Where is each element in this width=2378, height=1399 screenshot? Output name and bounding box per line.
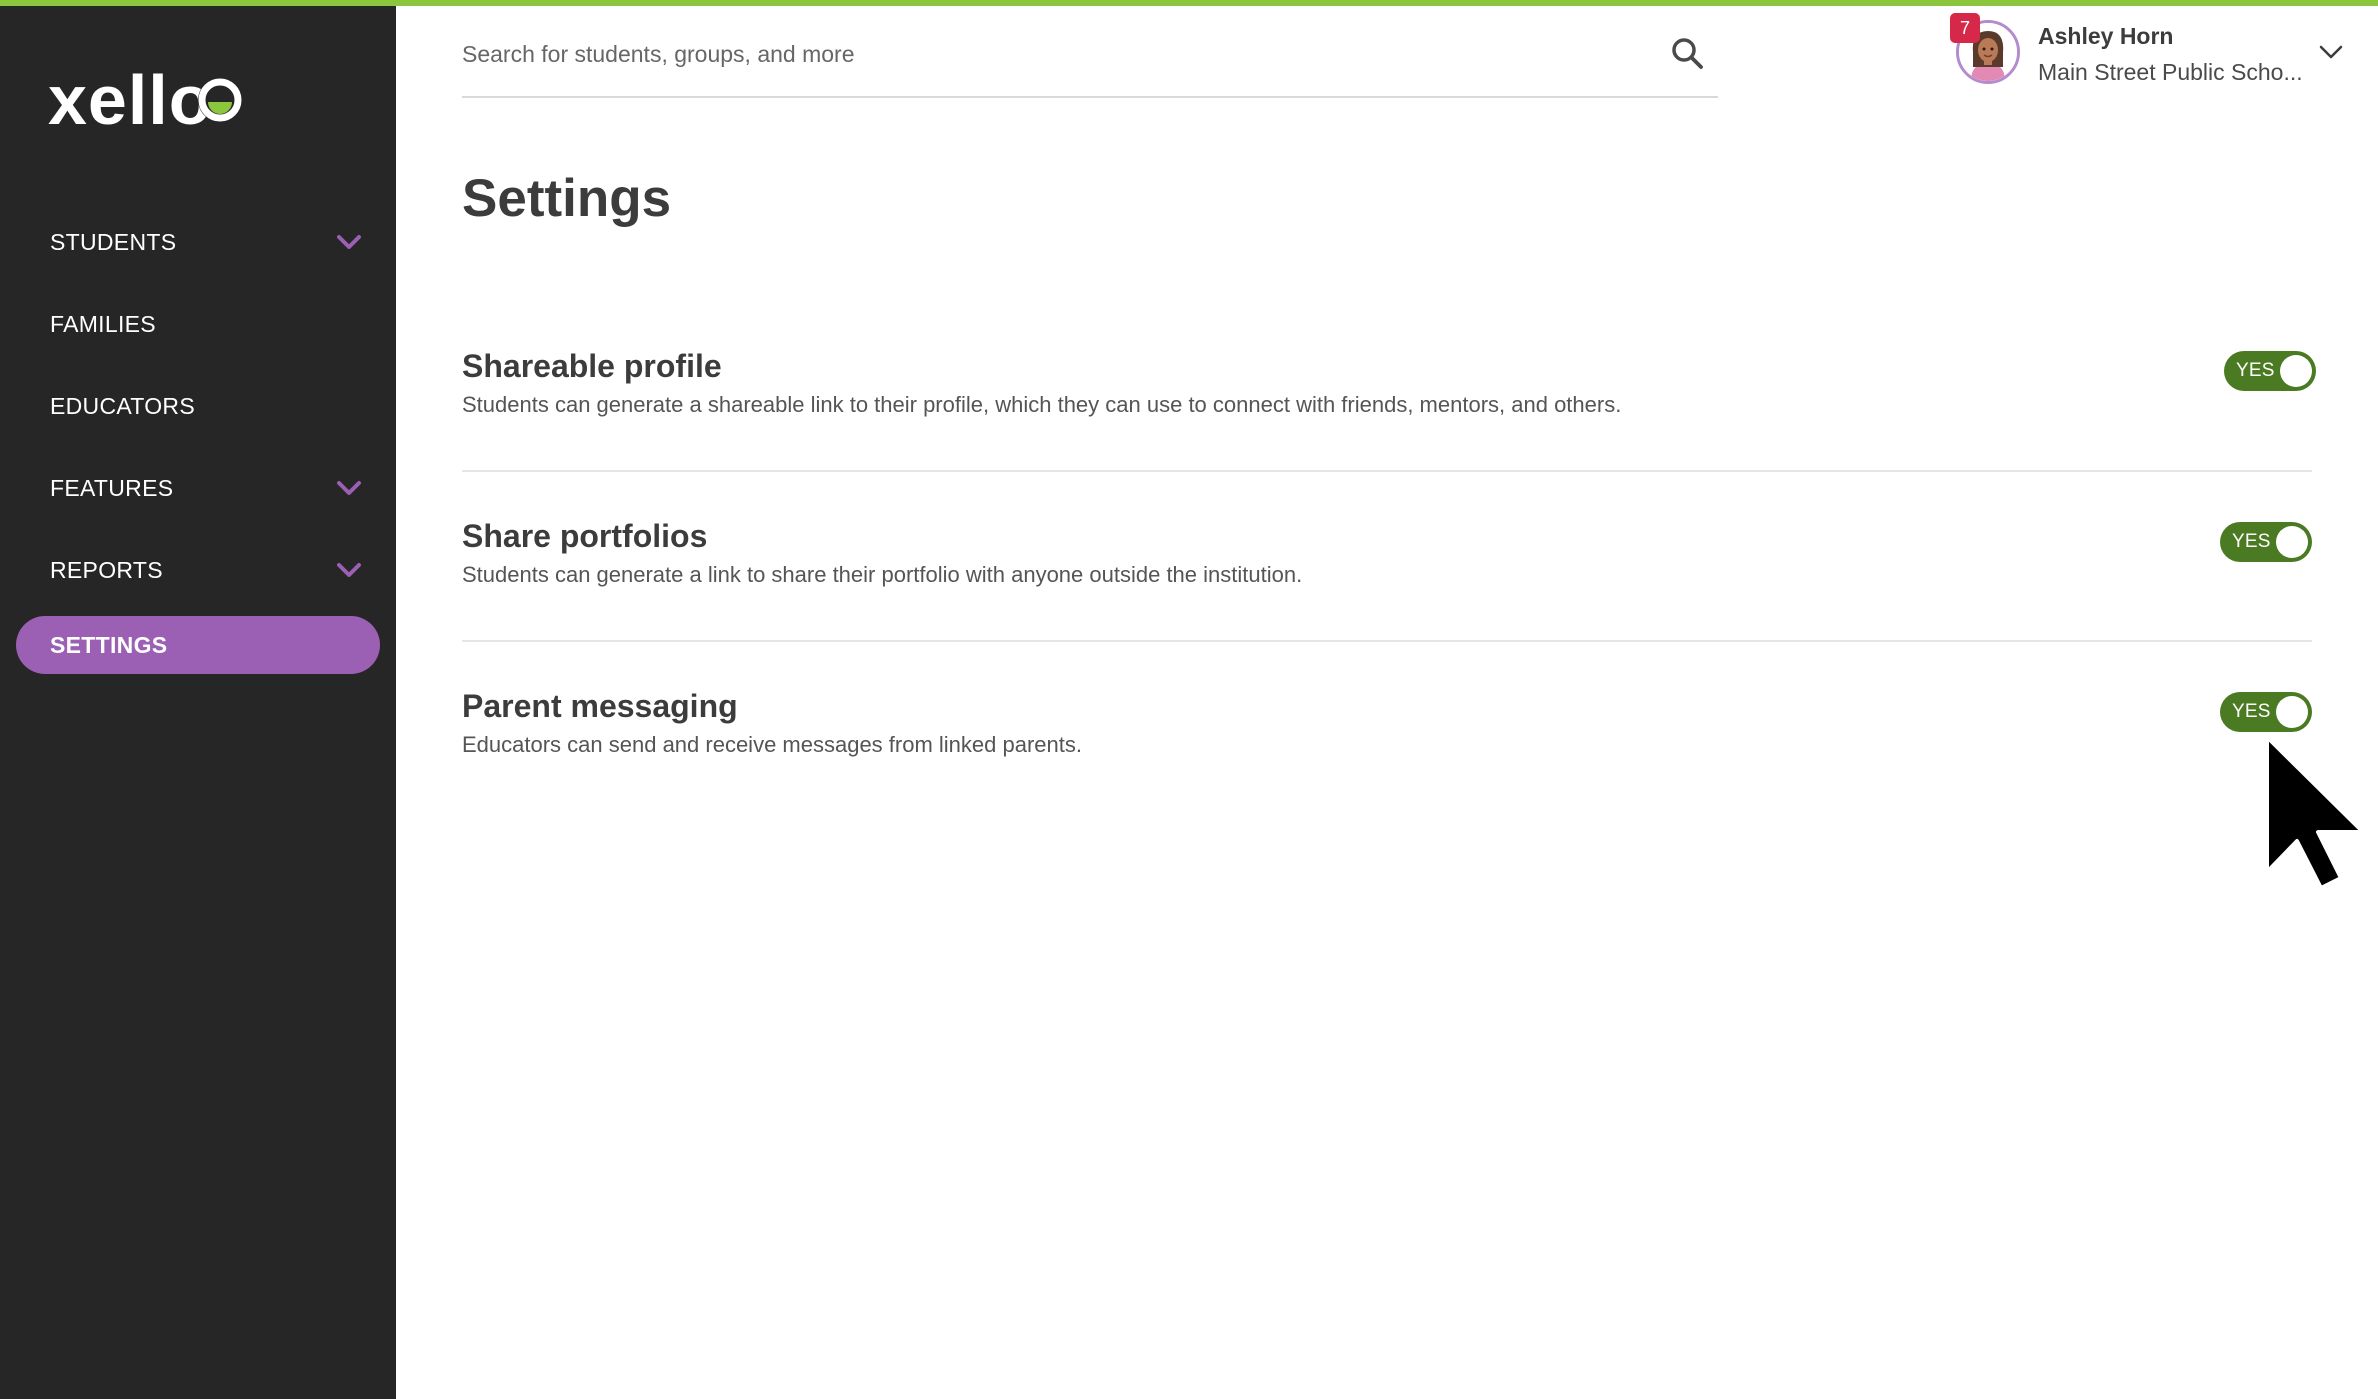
sidebar-item-label: FEATURES — [50, 474, 174, 501]
search-icon[interactable] — [1670, 36, 1704, 70]
chevron-down-icon — [337, 563, 361, 577]
setting-title: Parent messaging — [462, 688, 738, 724]
xello-logo[interactable]: xello — [48, 61, 248, 139]
svg-text:xello: xello — [48, 66, 213, 138]
sidebar-item-settings[interactable]: SETTINGS — [16, 616, 380, 674]
sidebar-item-label: REPORTS — [50, 556, 163, 583]
share-portfolios-toggle[interactable]: YES — [2220, 522, 2312, 562]
sidebar-item-label: EDUCATORS — [50, 392, 195, 419]
toggle-label: YES — [2236, 360, 2275, 381]
search-input[interactable] — [462, 34, 1642, 74]
page-title: Settings — [462, 169, 672, 228]
chevron-down-icon — [337, 481, 361, 495]
setting-description: Students can generate a link to share th… — [462, 562, 1303, 587]
setting-description: Students can generate a shareable link t… — [462, 392, 1622, 417]
user-school: Main Street Public Scho... — [2038, 59, 2303, 85]
logo-wordmark-icon: xello — [48, 61, 242, 139]
toggle-knob — [2280, 355, 2312, 387]
setting-parent-messaging: Parent messaging Educators can send and … — [462, 688, 2312, 788]
toggle-knob — [2276, 696, 2308, 728]
shareable-profile-toggle[interactable]: YES — [2224, 351, 2316, 391]
chevron-down-icon — [337, 235, 361, 249]
sidebar-nav: STUDENTS FAMILIES EDUCATORS FEATURES REP… — [0, 201, 396, 674]
toggle-knob — [2276, 526, 2308, 558]
chevron-down-icon[interactable] — [2318, 44, 2344, 60]
sidebar-item-label: FAMILIES — [50, 310, 156, 337]
sidebar-item-students[interactable]: STUDENTS — [0, 201, 396, 283]
search-bar — [462, 20, 1718, 98]
notification-badge[interactable]: 7 — [1950, 13, 1980, 43]
user-menu[interactable]: 7 Ashley Horn Main Street Public Scho... — [1950, 8, 2370, 98]
sidebar-item-label: SETTINGS — [50, 631, 168, 658]
sidebar-item-families[interactable]: FAMILIES — [0, 283, 396, 365]
setting-title: Share portfolios — [462, 518, 708, 554]
sidebar-item-reports[interactable]: REPORTS — [0, 529, 396, 611]
sidebar: xello STUDENTS FAMILIES EDUCATORS FEATUR… — [0, 6, 396, 1399]
toggle-label: YES — [2232, 701, 2271, 722]
setting-description: Educators can send and receive messages … — [462, 732, 1082, 757]
setting-share-portfolios: Share portfolios Students can generate a… — [462, 518, 2312, 642]
toggle-label: YES — [2232, 531, 2271, 552]
setting-title: Shareable profile — [462, 348, 722, 384]
sidebar-item-label: STUDENTS — [50, 228, 177, 255]
setting-shareable-profile: Shareable profile Students can generate … — [462, 348, 2316, 472]
parent-messaging-toggle[interactable]: YES — [2220, 692, 2312, 732]
user-name: Ashley Horn — [2038, 23, 2174, 49]
sidebar-item-features[interactable]: FEATURES — [0, 447, 396, 529]
sidebar-item-educators[interactable]: EDUCATORS — [0, 365, 396, 447]
